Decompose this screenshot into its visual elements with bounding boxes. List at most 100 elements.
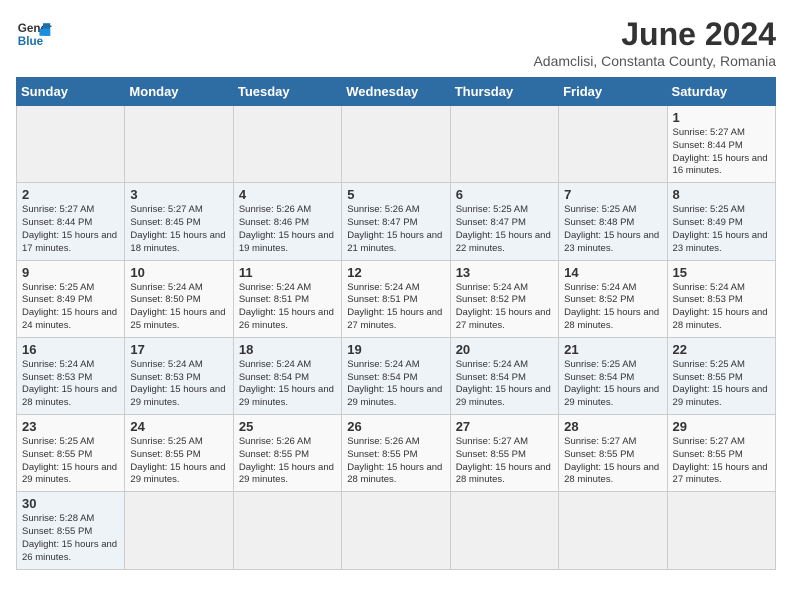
calendar-cell: 27 Sunrise: 5:27 AM Sunset: 8:55 PM Dayli…: [450, 415, 558, 492]
day-number: 6: [456, 187, 553, 202]
calendar-cell: 14 Sunrise: 5:24 AM Sunset: 8:52 PM Dayli…: [559, 260, 667, 337]
day-number: 16: [22, 342, 119, 357]
day-number: 27: [456, 419, 553, 434]
calendar-header-row: SundayMondayTuesdayWednesdayThursdayFrid…: [17, 78, 776, 106]
day-sun-info: Sunrise: 5:24 AM Sunset: 8:52 PM Dayligh…: [456, 282, 553, 333]
day-sun-info: Sunrise: 5:25 AM Sunset: 8:55 PM Dayligh…: [673, 359, 770, 410]
day-sun-info: Sunrise: 5:25 AM Sunset: 8:49 PM Dayligh…: [673, 204, 770, 255]
day-sun-info: Sunrise: 5:25 AM Sunset: 8:47 PM Dayligh…: [456, 204, 553, 255]
calendar-week-1: 1 Sunrise: 5:27 AM Sunset: 8:44 PM Daylig…: [17, 106, 776, 183]
calendar-cell: 30Sunrise: 5:28 AM Sunset: 8:55 PM Dayli…: [17, 492, 125, 569]
day-sun-info: Sunrise: 5:24 AM Sunset: 8:54 PM Dayligh…: [456, 359, 553, 410]
calendar-cell: 16 Sunrise: 5:24 AM Sunset: 8:53 PM Dayli…: [17, 337, 125, 414]
calendar-week-5: 23 Sunrise: 5:25 AM Sunset: 8:55 PM Dayli…: [17, 415, 776, 492]
day-number: 10: [130, 265, 227, 280]
day-sun-info: Sunrise: 5:24 AM Sunset: 8:53 PM Dayligh…: [22, 359, 119, 410]
day-number: 30: [22, 496, 119, 511]
calendar-cell: [559, 492, 667, 569]
day-number: 25: [239, 419, 336, 434]
day-number: 15: [673, 265, 770, 280]
column-header-thursday: Thursday: [450, 78, 558, 106]
calendar-cell: [342, 492, 450, 569]
day-number: 8: [673, 187, 770, 202]
calendar-cell: 26 Sunrise: 5:26 AM Sunset: 8:55 PM Dayli…: [342, 415, 450, 492]
day-sun-info: Sunrise: 5:27 AM Sunset: 8:55 PM Dayligh…: [564, 436, 661, 487]
day-sun-info: Sunrise: 5:24 AM Sunset: 8:53 PM Dayligh…: [130, 359, 227, 410]
day-number: 9: [22, 265, 119, 280]
calendar-cell: 2 Sunrise: 5:27 AM Sunset: 8:44 PM Daylig…: [17, 183, 125, 260]
location-subtitle: Adamclisi, Constanta County, Romania: [533, 53, 776, 69]
day-sun-info: Sunrise: 5:24 AM Sunset: 8:52 PM Dayligh…: [564, 282, 661, 333]
day-sun-info: Sunrise: 5:24 AM Sunset: 8:50 PM Dayligh…: [130, 282, 227, 333]
calendar-cell: 25Sunrise: 5:26 AM Sunset: 8:55 PM Dayli…: [233, 415, 341, 492]
calendar-cell: 11 Sunrise: 5:24 AM Sunset: 8:51 PM Dayli…: [233, 260, 341, 337]
calendar-cell: 6 Sunrise: 5:25 AM Sunset: 8:47 PM Daylig…: [450, 183, 558, 260]
calendar-cell: 8 Sunrise: 5:25 AM Sunset: 8:49 PM Daylig…: [667, 183, 775, 260]
calendar-cell: [450, 106, 558, 183]
day-number: 19: [347, 342, 444, 357]
day-sun-info: Sunrise: 5:25 AM Sunset: 8:49 PM Dayligh…: [22, 282, 119, 333]
day-number: 29: [673, 419, 770, 434]
calendar-cell: 29Sunrise: 5:27 AM Sunset: 8:55 PM Dayli…: [667, 415, 775, 492]
day-number: 5: [347, 187, 444, 202]
day-number: 28: [564, 419, 661, 434]
calendar-cell: 1 Sunrise: 5:27 AM Sunset: 8:44 PM Daylig…: [667, 106, 775, 183]
day-sun-info: Sunrise: 5:26 AM Sunset: 8:55 PM Dayligh…: [347, 436, 444, 487]
day-number: 18: [239, 342, 336, 357]
calendar-cell: 22 Sunrise: 5:25 AM Sunset: 8:55 PM Dayli…: [667, 337, 775, 414]
logo-icon: General Blue: [16, 16, 52, 52]
day-number: 22: [673, 342, 770, 357]
header: General Blue June 2024 Adamclisi, Consta…: [16, 16, 776, 69]
calendar-cell: 28 Sunrise: 5:27 AM Sunset: 8:55 PM Dayli…: [559, 415, 667, 492]
calendar-cell: 21 Sunrise: 5:25 AM Sunset: 8:54 PM Dayli…: [559, 337, 667, 414]
calendar-cell: 9 Sunrise: 5:25 AM Sunset: 8:49 PM Daylig…: [17, 260, 125, 337]
day-sun-info: Sunrise: 5:27 AM Sunset: 8:44 PM Dayligh…: [22, 204, 119, 255]
day-number: 12: [347, 265, 444, 280]
day-sun-info: Sunrise: 5:24 AM Sunset: 8:54 PM Dayligh…: [239, 359, 336, 410]
day-number: 1: [673, 110, 770, 125]
day-sun-info: Sunrise: 5:26 AM Sunset: 8:47 PM Dayligh…: [347, 204, 444, 255]
calendar-cell: [17, 106, 125, 183]
calendar-cell: [125, 492, 233, 569]
calendar-cell: 12 Sunrise: 5:24 AM Sunset: 8:51 PM Dayli…: [342, 260, 450, 337]
calendar-cell: 13Sunrise: 5:24 AM Sunset: 8:52 PM Dayli…: [450, 260, 558, 337]
calendar-cell: 15 Sunrise: 5:24 AM Sunset: 8:53 PM Dayli…: [667, 260, 775, 337]
day-sun-info: Sunrise: 5:24 AM Sunset: 8:54 PM Dayligh…: [347, 359, 444, 410]
day-number: 23: [22, 419, 119, 434]
column-header-sunday: Sunday: [17, 78, 125, 106]
column-header-wednesday: Wednesday: [342, 78, 450, 106]
day-sun-info: Sunrise: 5:27 AM Sunset: 8:45 PM Dayligh…: [130, 204, 227, 255]
day-sun-info: Sunrise: 5:27 AM Sunset: 8:55 PM Dayligh…: [456, 436, 553, 487]
day-sun-info: Sunrise: 5:27 AM Sunset: 8:44 PM Dayligh…: [673, 127, 770, 178]
day-number: 4: [239, 187, 336, 202]
title-block: June 2024 Adamclisi, Constanta County, R…: [533, 16, 776, 69]
day-sun-info: Sunrise: 5:24 AM Sunset: 8:51 PM Dayligh…: [347, 282, 444, 333]
day-sun-info: Sunrise: 5:25 AM Sunset: 8:54 PM Dayligh…: [564, 359, 661, 410]
day-sun-info: Sunrise: 5:24 AM Sunset: 8:51 PM Dayligh…: [239, 282, 336, 333]
calendar-cell: [233, 106, 341, 183]
column-header-friday: Friday: [559, 78, 667, 106]
calendar-cell: 20Sunrise: 5:24 AM Sunset: 8:54 PM Dayli…: [450, 337, 558, 414]
day-sun-info: Sunrise: 5:25 AM Sunset: 8:55 PM Dayligh…: [130, 436, 227, 487]
calendar-cell: 17Sunrise: 5:24 AM Sunset: 8:53 PM Dayli…: [125, 337, 233, 414]
svg-text:Blue: Blue: [18, 35, 44, 48]
day-number: 26: [347, 419, 444, 434]
day-sun-info: Sunrise: 5:25 AM Sunset: 8:48 PM Dayligh…: [564, 204, 661, 255]
calendar-cell: [450, 492, 558, 569]
calendar-cell: 5 Sunrise: 5:26 AM Sunset: 8:47 PM Daylig…: [342, 183, 450, 260]
day-number: 21: [564, 342, 661, 357]
day-number: 2: [22, 187, 119, 202]
calendar-table: SundayMondayTuesdayWednesdayThursdayFrid…: [16, 77, 776, 570]
day-sun-info: Sunrise: 5:25 AM Sunset: 8:55 PM Dayligh…: [22, 436, 119, 487]
calendar-week-3: 9 Sunrise: 5:25 AM Sunset: 8:49 PM Daylig…: [17, 260, 776, 337]
day-number: 11: [239, 265, 336, 280]
calendar-cell: [667, 492, 775, 569]
calendar-week-6: 30Sunrise: 5:28 AM Sunset: 8:55 PM Dayli…: [17, 492, 776, 569]
day-sun-info: Sunrise: 5:24 AM Sunset: 8:53 PM Dayligh…: [673, 282, 770, 333]
day-number: 14: [564, 265, 661, 280]
calendar-cell: 18 Sunrise: 5:24 AM Sunset: 8:54 PM Dayli…: [233, 337, 341, 414]
day-number: 7: [564, 187, 661, 202]
calendar-cell: 3Sunrise: 5:27 AM Sunset: 8:45 PM Daylig…: [125, 183, 233, 260]
calendar-week-2: 2 Sunrise: 5:27 AM Sunset: 8:44 PM Daylig…: [17, 183, 776, 260]
logo: General Blue: [16, 16, 52, 52]
